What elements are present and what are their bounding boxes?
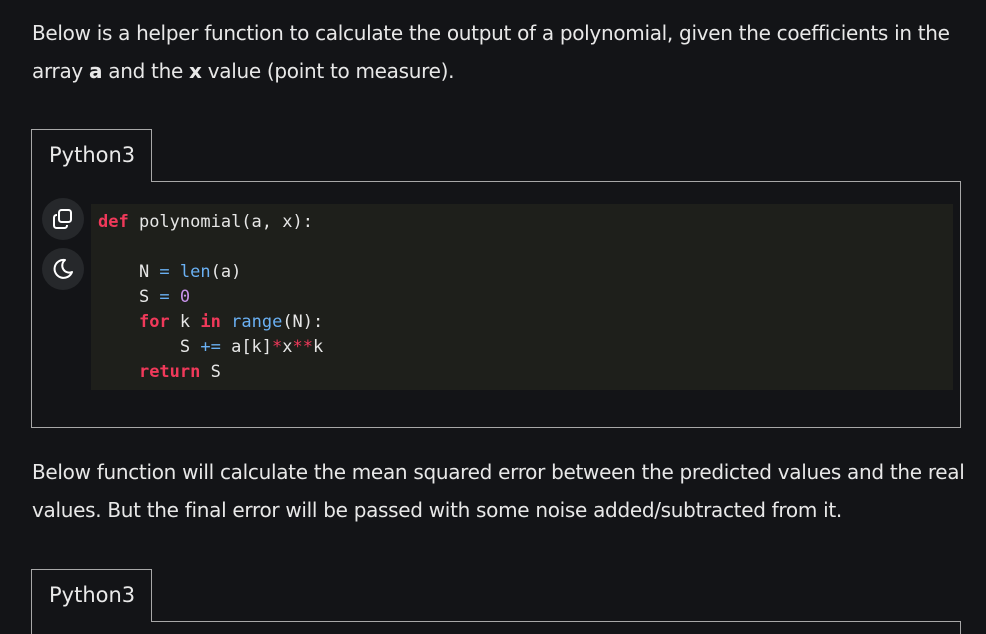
- code-listing[interactable]: def polynomial(a, x): N = len(a) S = 0 f…: [98, 210, 323, 385]
- tab-python3[interactable]: Python3: [31, 129, 152, 182]
- mse-description: Below function will calculate the mean s…: [32, 460, 965, 522]
- tab-python3-second[interactable]: Python3: [31, 569, 152, 622]
- code-block-second: [31, 621, 961, 634]
- copy-icon: [53, 209, 72, 229]
- theme-toggle-button[interactable]: [42, 248, 84, 290]
- code-block: def polynomial(a, x): N = len(a) S = 0 f…: [31, 181, 961, 428]
- copy-code-button[interactable]: [42, 198, 84, 240]
- x-label: x: [189, 59, 202, 83]
- polynomial-description: Below is a helper function to calculate …: [32, 21, 950, 83]
- moon-icon: [53, 258, 73, 279]
- article-page: Below is a helper function to calculate …: [0, 0, 986, 634]
- array-a-label: a: [89, 59, 103, 83]
